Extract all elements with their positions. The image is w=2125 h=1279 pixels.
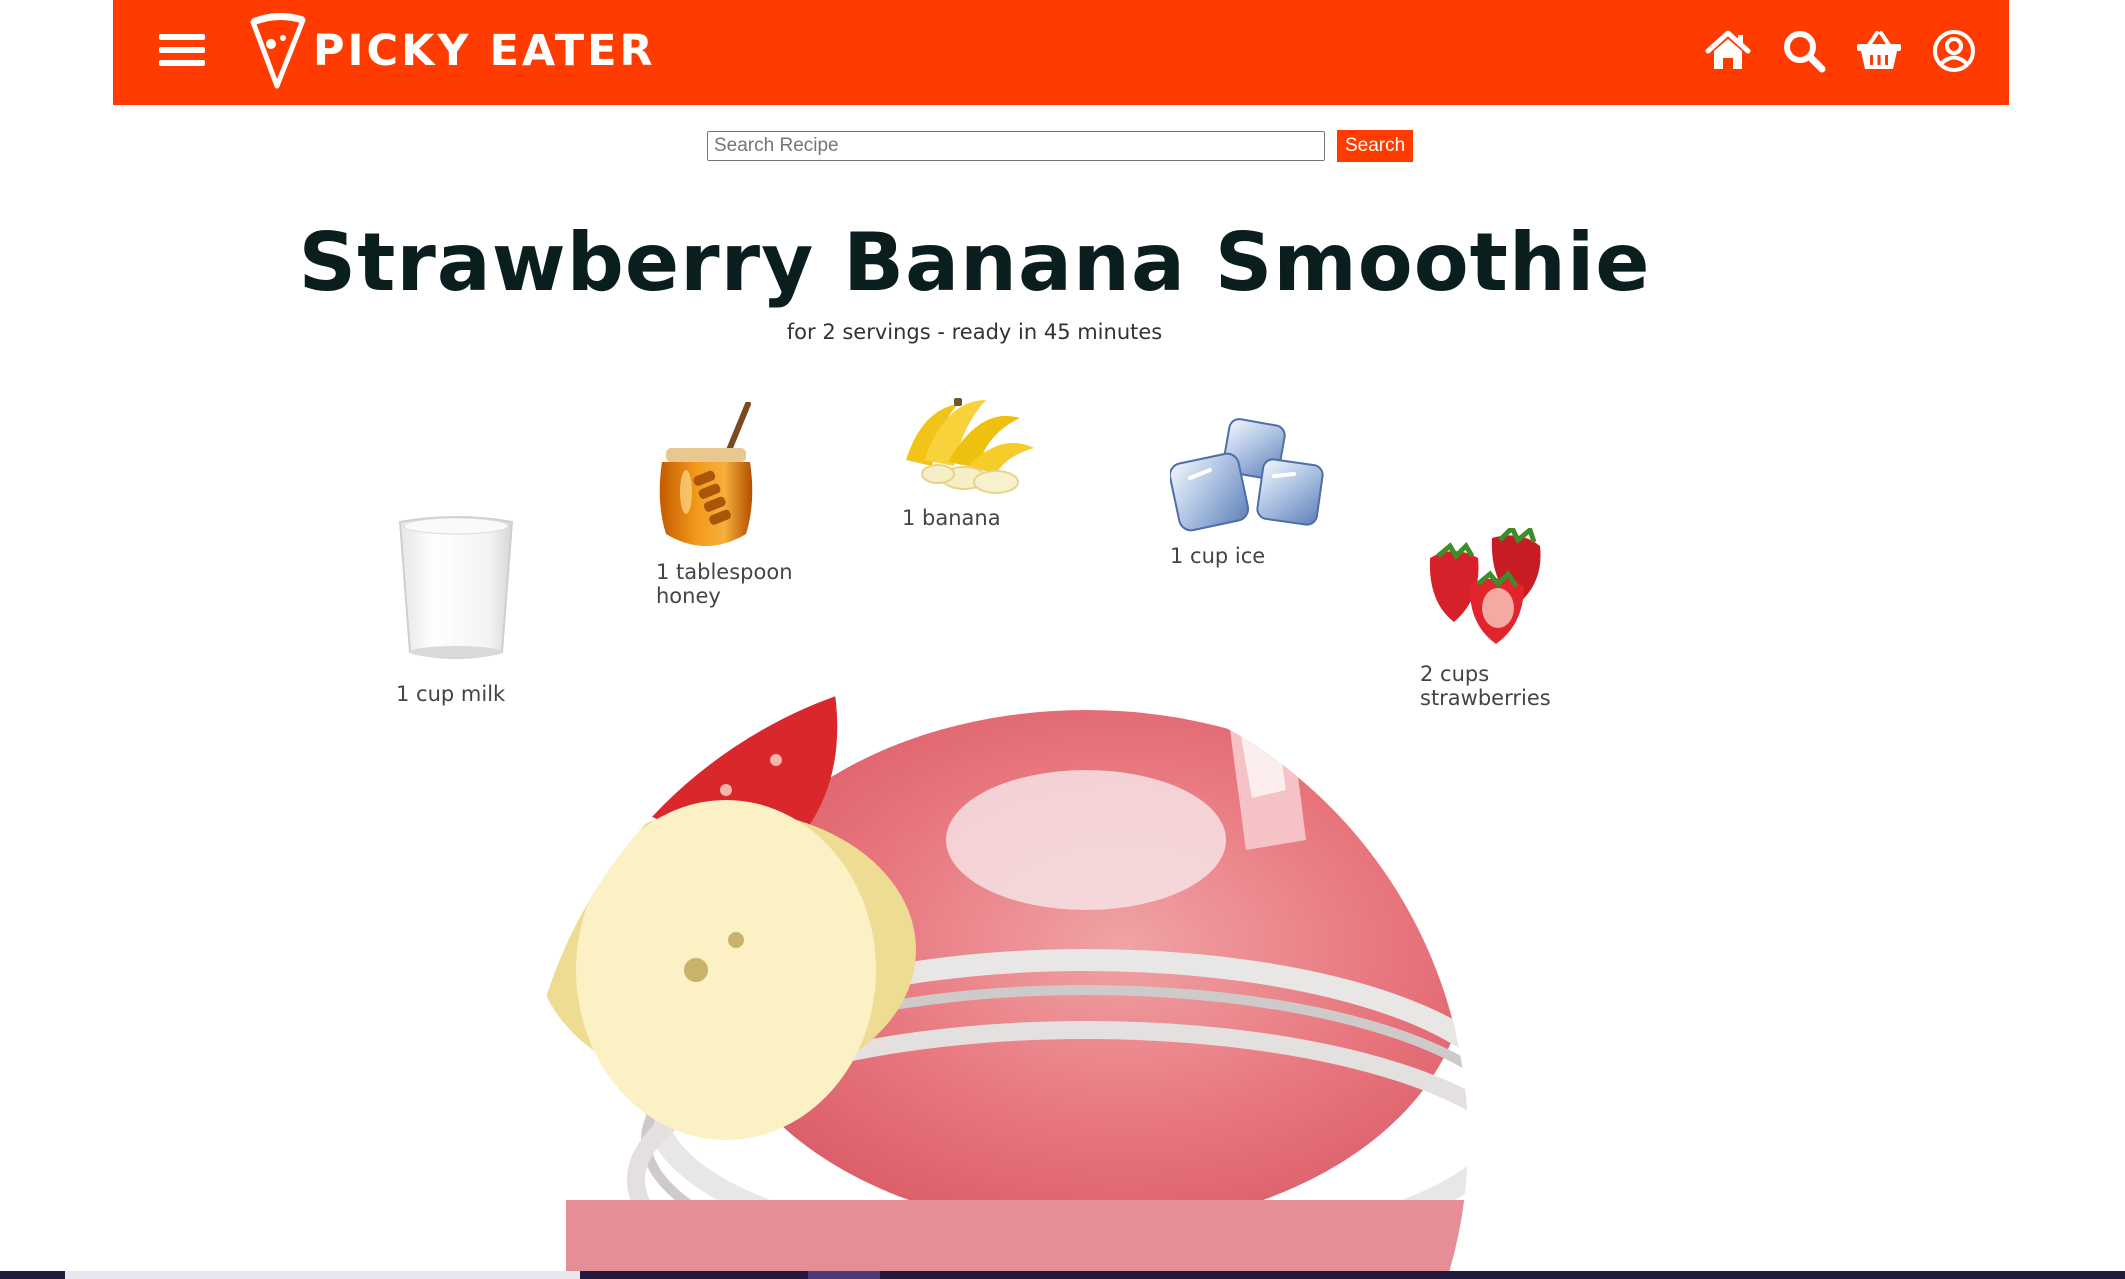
milk-glass-icon xyxy=(398,516,514,659)
recipe-search-form: Search xyxy=(707,130,1414,162)
search-button[interactable]: Search xyxy=(1337,130,1414,162)
home-icon[interactable] xyxy=(1704,27,1752,75)
strawberry-banana-smoothie-image xyxy=(526,640,1486,1279)
ice-cubes-icon xyxy=(1170,418,1324,532)
taskbar-item[interactable] xyxy=(65,1271,580,1279)
recipe-title: Strawberry Banana Smoothie xyxy=(298,216,1651,309)
ingredient-banana: 1 banana xyxy=(902,396,1038,530)
brand-name: PICKY EATER xyxy=(313,26,656,76)
ingredient-ice: 1 cup ice xyxy=(1170,418,1326,568)
top-nav-bar: PICKY EATER xyxy=(113,0,2009,105)
user-icon[interactable] xyxy=(1930,27,1978,75)
basket-icon[interactable] xyxy=(1855,27,1903,75)
recipe-subtitle: for 2 servings - ready in 45 minutes xyxy=(786,320,1163,344)
honey-jar-icon xyxy=(659,402,753,546)
pizza-slice-logo-icon xyxy=(250,13,306,89)
ingredient-label: 1 tablespoon honey xyxy=(656,560,793,608)
ingredient-honey: 1 tablespoon honey xyxy=(656,402,806,608)
taskbar-item[interactable] xyxy=(808,1271,880,1279)
strawberries-icon xyxy=(1429,528,1541,644)
brand-logo[interactable]: PICKY EATER xyxy=(247,10,656,92)
banana-icon xyxy=(906,398,1034,494)
ingredient-label: 1 cup milk xyxy=(396,682,506,706)
ingredient-milk: 1 cup milk xyxy=(396,512,516,706)
ingredient-label: 1 banana xyxy=(902,506,1001,530)
search-icon[interactable] xyxy=(1780,27,1828,75)
menu-icon[interactable] xyxy=(159,30,205,70)
search-input[interactable] xyxy=(707,131,1325,161)
recipe-page: PICKY EATER Search Recipe Search Strawbe… xyxy=(0,0,2125,1279)
ingredient-label: 1 cup ice xyxy=(1170,544,1266,568)
